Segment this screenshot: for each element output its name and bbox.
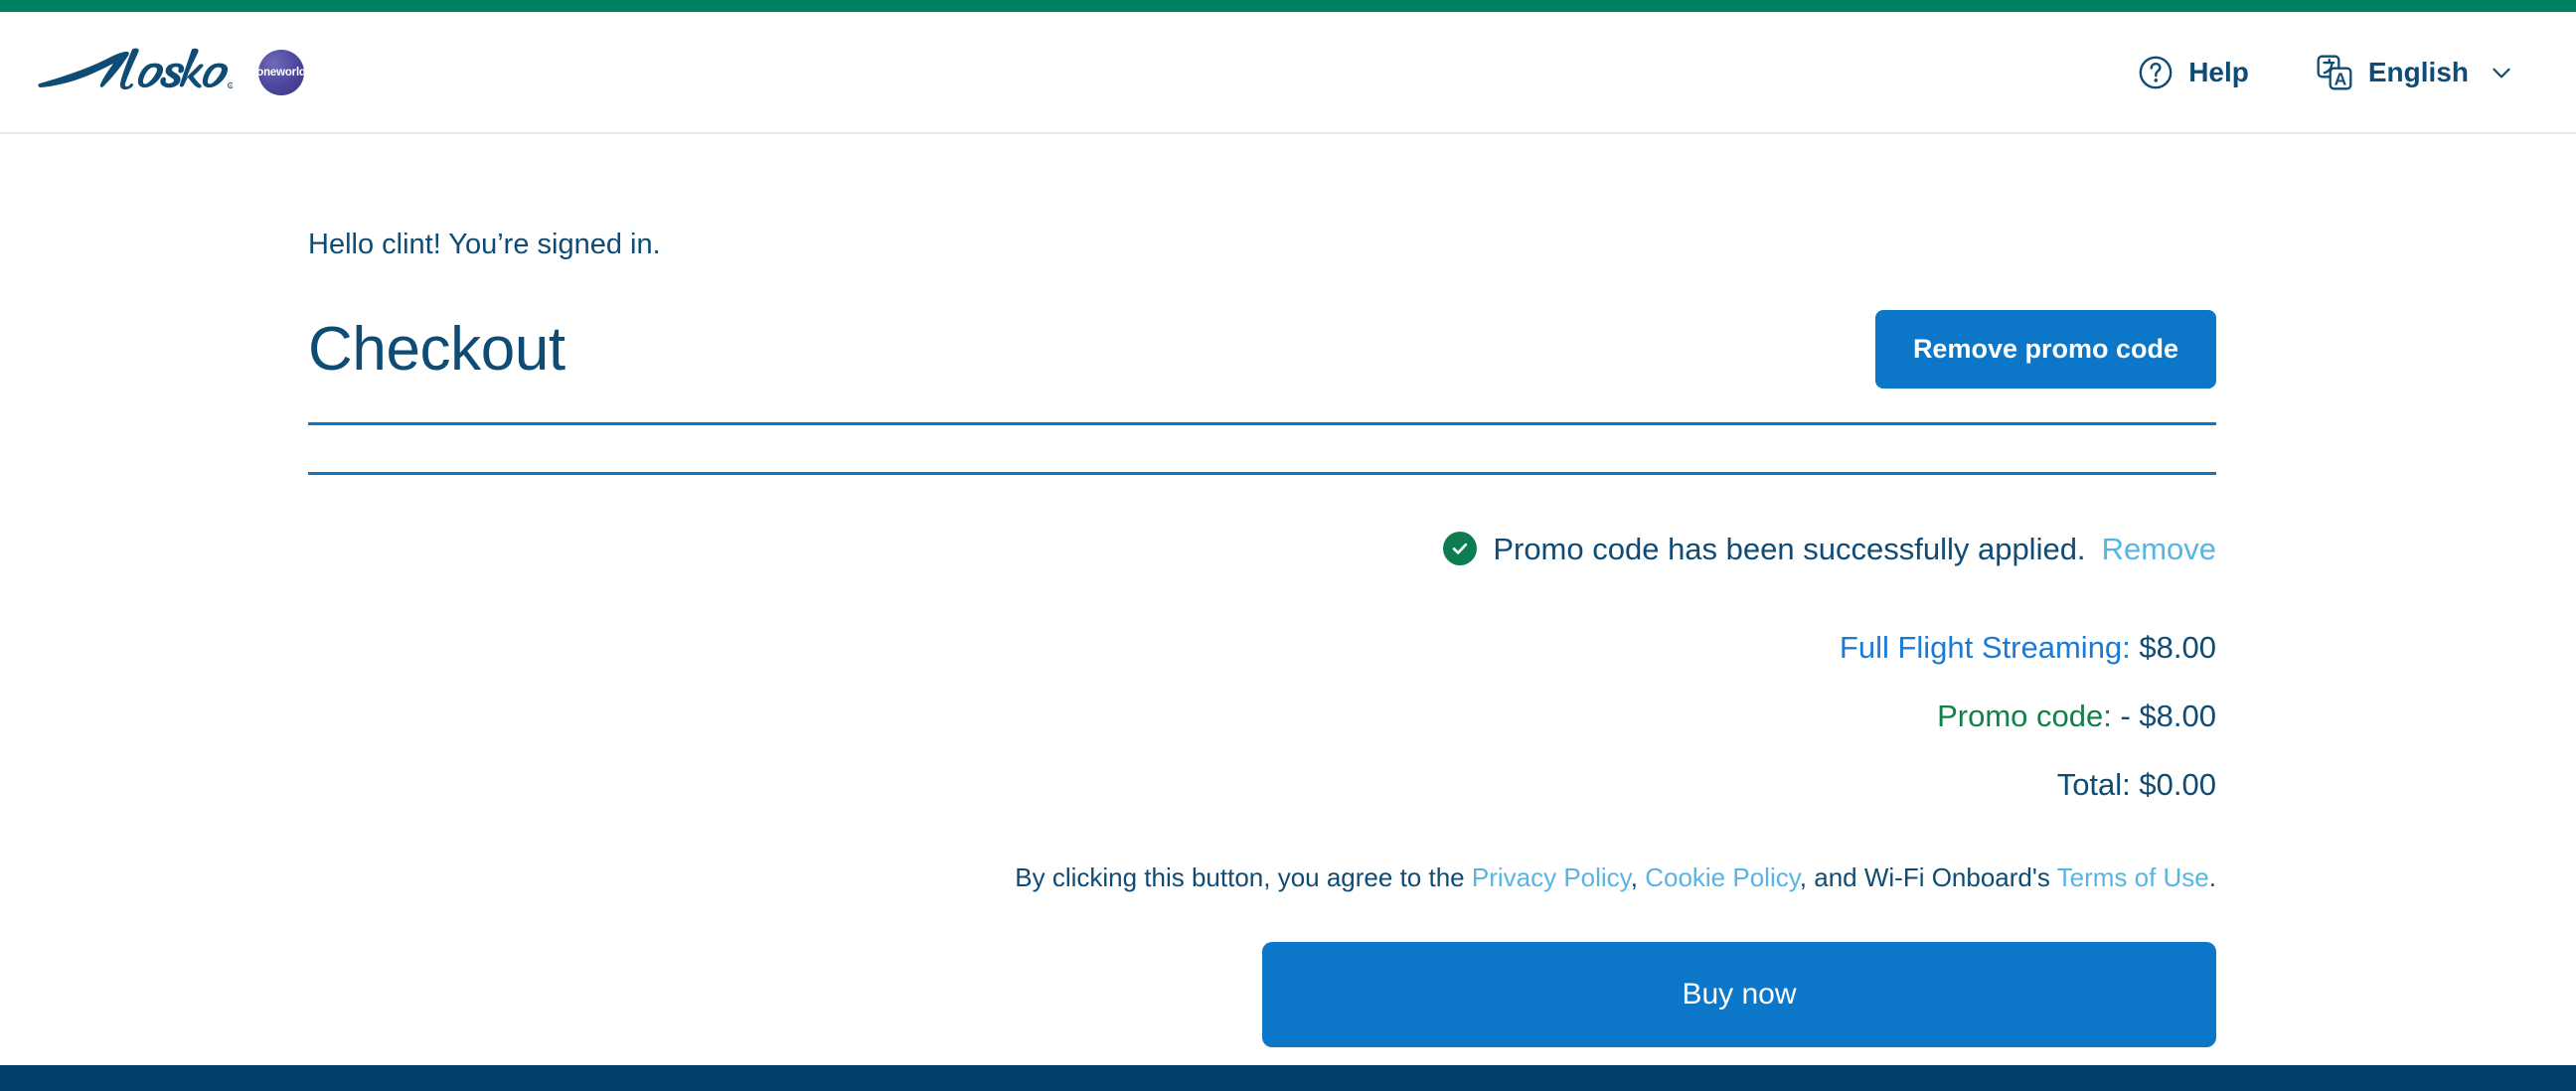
page-body: Hello clint! You’re signed in. Checkout …: [0, 134, 2576, 1048]
price-line-total: Total: $0.00: [308, 766, 2216, 803]
help-button[interactable]: Help: [2137, 54, 2249, 91]
price-value: $8.00: [2139, 629, 2216, 665]
price-line-streaming: Full Flight Streaming: $8.00: [308, 629, 2216, 666]
privacy-policy-link[interactable]: Privacy Policy: [1472, 862, 1631, 892]
svg-text:R: R: [230, 84, 233, 88]
site-header: R oneworld Help A English: [0, 12, 2576, 134]
page-title: Checkout: [308, 314, 565, 384]
cookie-policy-link[interactable]: Cookie Policy: [1645, 862, 1800, 892]
promo-status-text: Promo code has been successfully applied…: [1493, 531, 2086, 566]
svg-text:A: A: [2334, 69, 2347, 88]
promo-status-row: Promo code has been successfully applied…: [308, 531, 2216, 567]
brand-logo-group[interactable]: R oneworld: [30, 43, 306, 102]
legal-separator-1: ,: [1630, 861, 1646, 892]
price-label: Total:: [2056, 767, 2131, 803]
price-label: Promo code:: [1937, 699, 2112, 734]
signed-in-greeting: Hello clint! You’re signed in.: [308, 229, 661, 260]
legal-suffix: .: [2208, 861, 2216, 892]
remove-promo-code-button[interactable]: Remove promo code: [1874, 309, 2216, 389]
buy-now-button[interactable]: Buy now: [1262, 942, 2216, 1048]
legal-separator-2: , and Wi-Fi Onboard's: [1799, 861, 2057, 892]
footer-bar: [0, 1065, 2576, 1091]
top-accent-bar: [0, 0, 2576, 12]
price-value: $0.00: [2139, 767, 2216, 803]
alaska-airlines-logo: R: [38, 48, 233, 89]
promo-remove-link[interactable]: Remove: [2102, 531, 2216, 567]
price-value: - $8.00: [2120, 699, 2216, 734]
legal-disclaimer: By clicking this button, you agree to th…: [308, 861, 2216, 895]
checkout-container: Hello clint! You’re signed in. Checkout …: [308, 134, 2216, 1048]
oneworld-label: oneworld: [256, 66, 306, 78]
price-line-promo: Promo code: - $8.00: [308, 698, 2216, 734]
chevron-down-icon: [2489, 60, 2514, 85]
oneworld-alliance-badge: oneworld: [256, 49, 306, 95]
divider-top: [308, 421, 2216, 425]
language-selector[interactable]: A English: [2315, 53, 2514, 92]
divider-second: [308, 471, 2216, 475]
price-label: Full Flight Streaming:: [1839, 629, 2131, 665]
order-summary: Promo code has been successfully applied…: [308, 531, 2216, 1048]
buy-now-row: Buy now: [308, 942, 2216, 1048]
check-circle-icon: [1443, 532, 1478, 566]
checkout-title-row: Checkout Remove promo code: [308, 309, 2216, 389]
question-circle-icon: [2139, 56, 2173, 88]
help-label: Help: [2188, 56, 2249, 87]
translate-icon: A: [2317, 55, 2352, 89]
terms-of-use-link[interactable]: Terms of Use: [2057, 862, 2209, 892]
legal-prefix: By clicking this button, you agree to th…: [1015, 861, 1472, 892]
header-actions: Help A English: [2137, 53, 2528, 92]
language-label: English: [2367, 56, 2469, 87]
